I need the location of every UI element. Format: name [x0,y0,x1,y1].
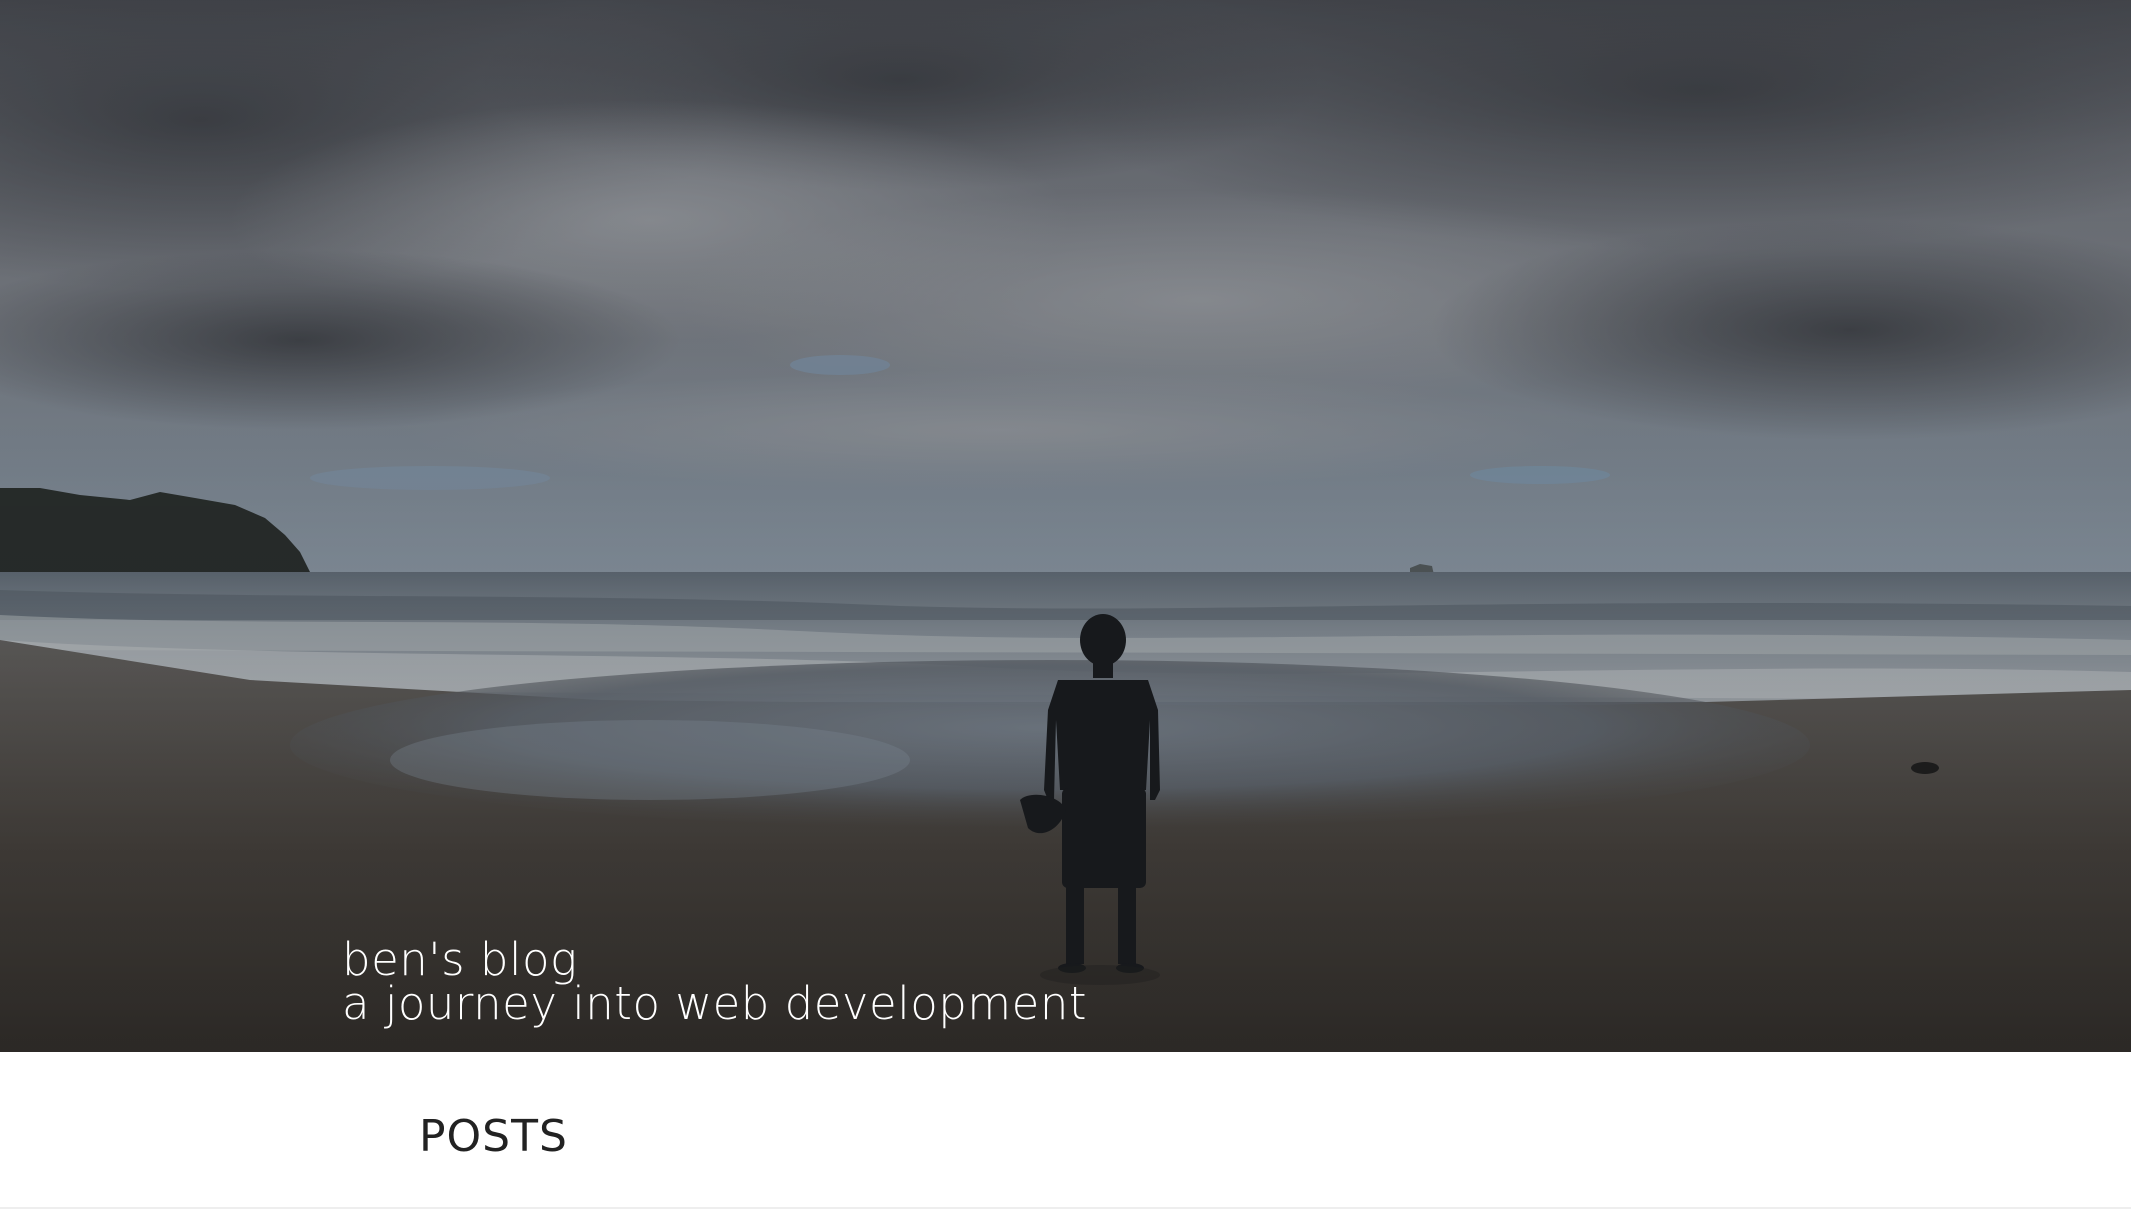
nav-link-posts[interactable]: POSTS [419,1111,568,1162]
main-nav: POSTS [0,1052,2131,1209]
hero-beach-photo [0,0,2131,1052]
blog-title: ben's blog [342,933,578,986]
page: ben's blog a journey into web developmen… [0,0,2131,1209]
blog-subtitle: a journey into web development [342,977,1087,1030]
hero-header: ben's blog a journey into web developmen… [0,0,2131,1052]
